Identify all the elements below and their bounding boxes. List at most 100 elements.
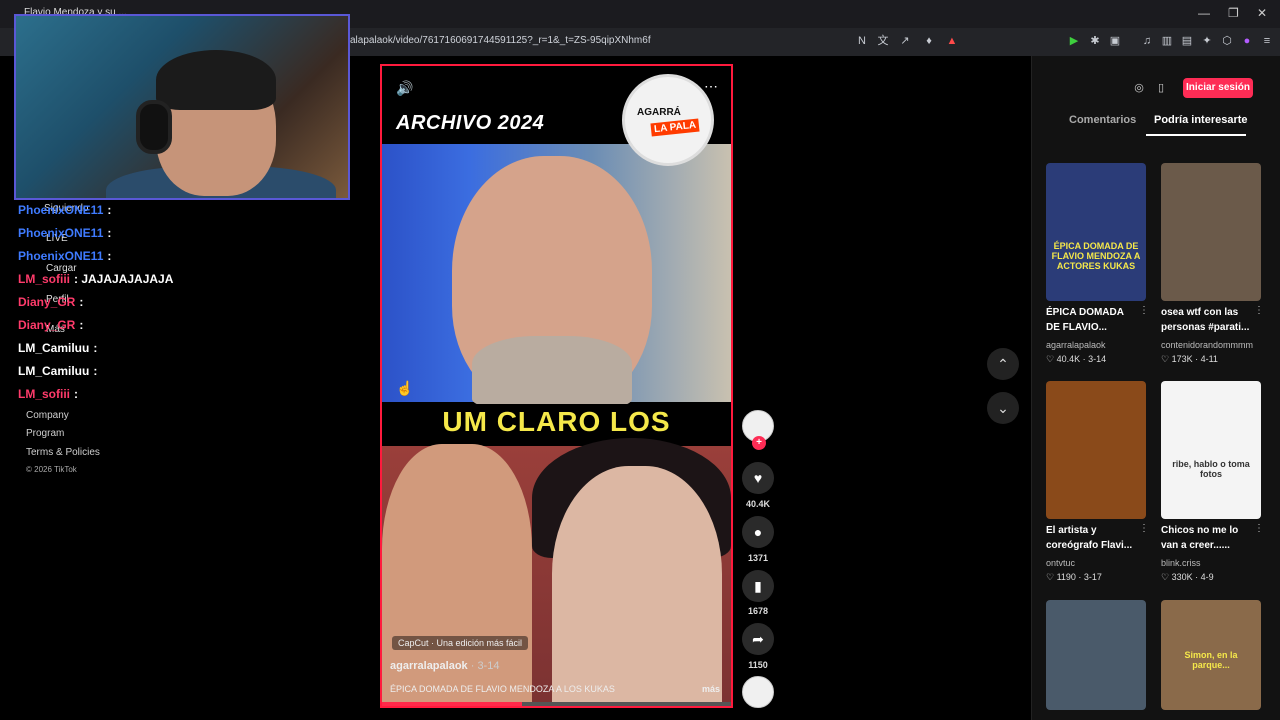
chat-username: PhoenixONE11 [18,226,104,240]
chat-username: Diany_GR [18,295,76,309]
card-stats: ♡ 173K · 4-11 [1161,354,1218,364]
tab-podria-interesarte[interactable]: Podría interesarte [1154,114,1248,126]
chat-text: : [93,364,98,378]
chevron-down-icon[interactable]: ⌄ [987,392,1019,424]
vpn-icon[interactable]: ⬡ [1220,34,1234,48]
video-author[interactable]: agarralapalaok · 3-14 [390,660,499,672]
follow-plus-icon[interactable]: + [752,436,766,450]
url-field[interactable]: alapalaok/video/7617160691744591125?_r=1… [350,35,651,46]
chat-message: Diany_GR: [18,316,83,334]
thumbnail-text: Simon, en la parque... [1184,650,1238,670]
card-title[interactable]: El artista y coreógrafo Flavi... [1046,523,1138,553]
translate-icon[interactable]: 文 [876,34,890,48]
chat-text: : [107,226,112,240]
logo-text-top: AGARRÁ [637,107,681,118]
footer-company[interactable]: Company [26,410,69,421]
video-beard [472,336,632,406]
progress-fill [382,702,522,706]
chat-text: : [79,318,84,332]
thumbnail-text: ribe, hablo o toma fotos [1172,459,1250,479]
comment-icon[interactable]: ● [742,516,774,548]
like-count: 40.4K [745,499,771,509]
card-menu-icon[interactable]: ⋮ [1139,305,1149,316]
author-name[interactable]: agarralapalaok [390,660,468,672]
brave-shield-icon[interactable]: ♦ [922,34,936,48]
restore-icon[interactable]: ❐ [1228,6,1239,20]
card-username[interactable]: contenidorandommmm [1161,340,1253,350]
share-arrow-icon[interactable]: ➦ [742,623,774,655]
chat-username: LM_sofiii [18,387,71,401]
more-options-icon[interactable]: ⋯ [704,78,718,95]
active-tab-indicator [1146,134,1246,136]
no-translate-icon[interactable]: N [855,34,869,48]
chat-text: : [74,387,79,401]
chat-text: : [93,341,98,355]
chat-message: LM_Camiluu: [18,362,97,380]
phone-icon[interactable]: ▯ [1153,80,1169,96]
card-username[interactable]: blink.criss [1161,558,1201,568]
chat-message: LM_sofiii: JAJAJAJAJAJA [18,270,173,288]
card-title[interactable]: ÉPICA DOMADA DE FLAVIO... [1046,305,1138,335]
card-menu-icon[interactable]: ⋮ [1139,523,1149,534]
chevron-up-icon[interactable]: ⌃ [987,348,1019,380]
card-stats: ♡ 1190 · 3-17 [1046,572,1102,582]
logo-text-bottom: LA PALA [650,118,700,137]
card-menu-icon[interactable]: ⋮ [1254,523,1264,534]
share-icon[interactable]: ↗ [898,34,912,48]
cursor-hand-icon: ☝ [396,380,414,396]
card-stats: ♡ 330K · 4-9 [1161,572,1214,582]
music-disc-icon[interactable] [742,676,774,708]
brave-rewards-icon[interactable]: ▲ [945,34,959,48]
play-icon[interactable]: ▶ [1067,34,1081,48]
chat-message: LM_Camiluu: [18,339,97,357]
compass-icon[interactable]: ◎ [1131,80,1147,96]
footer-terms[interactable]: Terms & Policies [26,447,100,458]
login-button[interactable]: Iniciar sesión [1183,78,1253,98]
chat-text: : [107,249,112,263]
tab-comentarios[interactable]: Comentarios [1069,114,1136,126]
more-link[interactable]: más [702,684,720,694]
screenshot-icon[interactable]: ▣ [1108,34,1122,48]
card-title[interactable]: Chicos no me lo van a creer...... [1161,523,1253,553]
footer-copyright: © 2026 TikTok [26,465,77,474]
profile-icon[interactable]: ● [1240,34,1254,48]
minimize-icon[interactable]: — [1198,6,1210,20]
video-date: · 3-14 [470,660,500,672]
bookmark-icon[interactable]: ▮ [742,570,774,602]
video-player[interactable]: UM CLARO LOS ARCHIVO 2024 AGARRÁ LA PALA… [380,64,733,708]
chat-username: LM_Camiluu [18,341,90,355]
card-thumbnail[interactable]: Simon, en la parque... [1161,600,1261,710]
like-icon[interactable]: ♥ [742,462,774,494]
menu-icon[interactable]: ≡ [1260,34,1274,48]
card-username[interactable]: ontvtuc [1046,558,1075,568]
chat-message: LM_sofiii: [18,385,78,403]
capcut-badge[interactable]: CapCut · Una edición más fácil [392,636,529,650]
headphones-icon [136,100,172,154]
chat-username: Diany_GR [18,318,76,332]
extensions-icon[interactable]: ✱ [1088,34,1102,48]
close-icon[interactable]: ✕ [1257,6,1267,20]
wallet-icon[interactable]: ▤ [1180,34,1194,48]
webcam-person-hair [156,50,276,110]
video-title: ARCHIVO 2024 [396,112,545,134]
card-menu-icon[interactable]: ⋮ [1254,305,1264,316]
video-subtitle: UM CLARO LOS [442,406,671,437]
card-stats: ♡ 40.4K · 3-14 [1046,354,1107,364]
music-icon[interactable]: ♫ [1140,34,1154,48]
card-thumbnail[interactable]: ÉPICA DOMADA DE FLAVIO MENDOZA A ACTORES… [1046,163,1146,301]
card-thumbnail[interactable] [1046,600,1146,710]
card-username[interactable]: agarralapalaok [1046,340,1106,350]
share-count: 1150 [748,660,768,670]
card-thumbnail[interactable] [1161,163,1261,301]
chat-text: : JAJAJAJAJAJA [74,272,174,286]
sidebar-icon[interactable]: ▥ [1160,34,1174,48]
volume-icon[interactable]: 🔊 [396,80,413,97]
card-thumbnail[interactable] [1046,381,1146,519]
card-thumbnail[interactable]: ribe, hablo o toma fotos [1161,381,1261,519]
channel-logo: AGARRÁ LA PALA [622,74,714,166]
chat-username: PhoenixONE11 [18,203,104,217]
card-title[interactable]: osea wtf con las personas #parati... [1161,305,1253,335]
video-caption: ÉPICA DOMADA DE FLAVIO MENDOZA A LOS KUK… [390,684,615,694]
leo-icon[interactable]: ✦ [1200,34,1214,48]
footer-program[interactable]: Program [26,428,64,439]
